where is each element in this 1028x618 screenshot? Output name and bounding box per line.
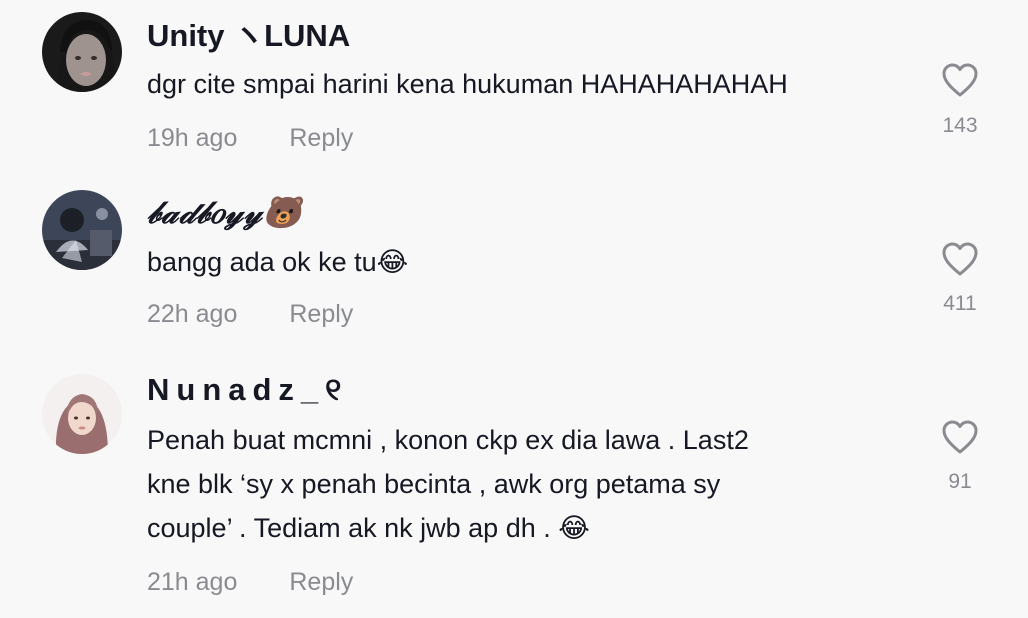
comment-time: 21h ago: [147, 568, 238, 596]
comment-time: 19h ago: [147, 124, 238, 152]
comment-line: dgr cite smpai harini kena hukuman HAHAH…: [147, 69, 788, 99]
heart-outline-icon: [942, 63, 978, 97]
heart-outline-icon: [942, 420, 978, 454]
avatar[interactable]: [42, 190, 122, 270]
comment-meta: 21h ago Reply: [147, 568, 353, 597]
reply-button[interactable]: Reply: [289, 568, 353, 596]
comment-meta: 19h ago Reply: [147, 124, 353, 153]
comment-text: Penah buat mcmni , konon ckp ex dia lawa…: [147, 418, 749, 550]
comment-time: 22h ago: [147, 300, 238, 328]
like-button[interactable]: [941, 419, 979, 455]
comment-line: kne blk ‘sy x penah becinta , awk org pe…: [147, 469, 721, 499]
comment-item: 𝒷𝒶𝒹𝒷𝑜𝓎𝓎🐻 bangg ada ok ke tu😂 22h ago Repl…: [0, 180, 1028, 360]
username[interactable]: Nunadz_୧: [147, 374, 348, 405]
comment-text: bangg ada ok ke tu😂: [147, 240, 408, 284]
heart-outline-icon: [942, 242, 978, 276]
reply-button[interactable]: Reply: [289, 300, 353, 328]
like-button[interactable]: [941, 62, 979, 98]
comment-item: Nunadz_୧ Penah buat mcmni , konon ckp ex…: [0, 360, 1028, 618]
comment-line: bangg ada ok ke tu😂: [147, 247, 409, 277]
comment-meta: 22h ago Reply: [147, 300, 353, 329]
avatar[interactable]: [42, 374, 122, 454]
like-count: 411: [943, 292, 977, 315]
username[interactable]: Unity ヽLUNA: [147, 20, 350, 51]
comment-item: Unity ヽLUNA dgr cite smpai harini kena h…: [0, 0, 1028, 180]
comment-list: Unity ヽLUNA dgr cite smpai harini kena h…: [0, 0, 1028, 618]
comment-line: Penah buat mcmni , konon ckp ex dia lawa…: [147, 425, 749, 455]
avatar[interactable]: [42, 12, 122, 92]
like-count: 91: [948, 470, 972, 493]
like-button[interactable]: [941, 241, 979, 277]
like-count: 143: [942, 114, 978, 137]
comment-line: couple’ . Tediam ak nk jwb ap dh . 😂: [147, 513, 590, 543]
reply-button[interactable]: Reply: [289, 124, 353, 152]
comment-text: dgr cite smpai harini kena hukuman HAHAH…: [147, 62, 788, 106]
username[interactable]: 𝒷𝒶𝒹𝒷𝑜𝓎𝓎🐻: [147, 198, 302, 229]
